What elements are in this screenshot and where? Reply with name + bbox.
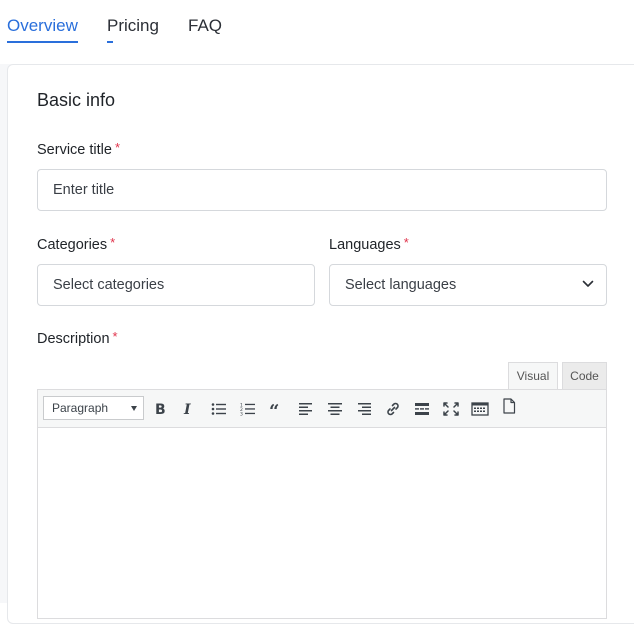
description-label: Description *	[37, 328, 118, 348]
languages-select[interactable]: Select languages	[329, 264, 607, 306]
active-tab-indicator	[7, 41, 78, 43]
bullet-list-icon	[211, 403, 226, 415]
languages-label-text: Languages	[329, 237, 401, 253]
chevron-down-icon	[582, 280, 594, 287]
editor-tab-code[interactable]: Code	[562, 362, 607, 390]
paragraph-format-select[interactable]: Paragraph	[43, 396, 144, 420]
bold-button[interactable]: B	[150, 398, 172, 420]
fullscreen-icon	[443, 402, 459, 416]
tab-pricing[interactable]: Pricing	[107, 15, 159, 43]
svg-text:“: “	[269, 402, 279, 416]
section-title: Basic info	[37, 90, 116, 110]
format-select-value: Paragraph	[52, 401, 109, 415]
tab-faq[interactable]: FAQ	[188, 15, 222, 37]
editor-tab-visual[interactable]: Visual	[508, 362, 558, 390]
read-more-icon	[415, 403, 429, 415]
insert-link-button[interactable]	[382, 398, 404, 420]
languages-select-placeholder: Select languages	[345, 277, 457, 293]
tab-bar: Overview Pricing FAQ	[0, 0, 634, 64]
categories-input[interactable]	[37, 264, 315, 306]
link-icon	[387, 402, 399, 416]
blockquote-button[interactable]: “	[266, 398, 288, 420]
service-title-input[interactable]	[37, 169, 607, 211]
align-right-button[interactable]	[353, 398, 375, 420]
page-icon	[503, 398, 516, 414]
svg-text:I: I	[183, 402, 191, 417]
editor-content-area[interactable]	[38, 428, 606, 620]
numbered-list-button[interactable]: 1 2 3	[237, 398, 259, 420]
svg-text:B: B	[155, 402, 166, 417]
tab-overview[interactable]: Overview	[7, 15, 78, 43]
read-more-button[interactable]	[411, 398, 433, 420]
align-center-button[interactable]	[324, 398, 346, 420]
italic-button[interactable]: I	[178, 398, 200, 420]
categories-label: Categories *	[37, 234, 115, 254]
description-editor: Paragraph B I 1 2 3 “	[37, 389, 607, 619]
required-mark: *	[110, 235, 116, 250]
align-left-icon	[299, 403, 312, 415]
svg-text:3: 3	[240, 412, 243, 417]
description-label-text: Description	[37, 331, 110, 347]
tab-hover-indicator	[107, 41, 113, 43]
required-mark: *	[403, 235, 409, 250]
numbered-list-icon: 1 2 3	[240, 403, 255, 417]
caret-down-icon	[131, 406, 137, 411]
page-button[interactable]	[498, 395, 520, 417]
align-left-button[interactable]	[295, 398, 317, 420]
align-center-icon	[328, 403, 342, 415]
fullscreen-button[interactable]	[440, 398, 462, 420]
bold-icon: B	[155, 402, 166, 417]
service-title-label-text: Service title	[37, 142, 112, 158]
service-title-label: Service title *	[37, 139, 120, 159]
languages-label: Languages *	[329, 234, 409, 254]
categories-label-text: Categories	[37, 237, 108, 253]
align-right-icon	[358, 403, 371, 415]
editor-toolbar: Paragraph B I 1 2 3 “	[38, 390, 606, 428]
tab-pricing-label: Pricing	[107, 16, 159, 35]
bullet-list-button[interactable]	[208, 398, 230, 420]
toolbar-toggle-icon	[471, 402, 489, 416]
tab-faq-label: FAQ	[188, 16, 223, 35]
blockquote-icon: “	[269, 402, 279, 416]
italic-icon: I	[183, 402, 191, 417]
toolbar-toggle-button[interactable]	[469, 398, 491, 420]
required-mark: *	[112, 329, 118, 344]
tab-overview-label: Overview	[7, 16, 78, 35]
required-mark: *	[114, 140, 121, 155]
